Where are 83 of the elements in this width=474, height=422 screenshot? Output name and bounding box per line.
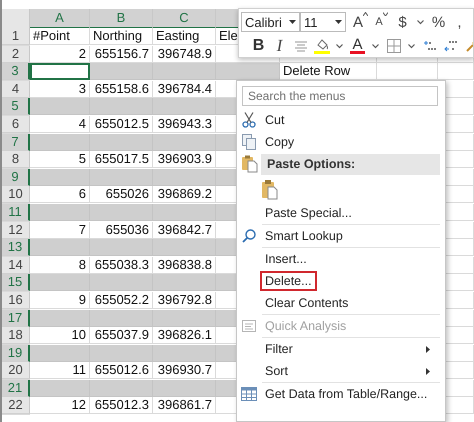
row-header[interactable]: 8	[2, 151, 30, 168]
menu-item[interactable]: Sort	[260, 361, 293, 381]
table-cell: 655052.2	[90, 292, 153, 309]
table-cell: 396930.7	[153, 362, 216, 380]
table-cell: 3	[30, 80, 90, 98]
table-cell: Delete Row	[280, 63, 377, 80]
row-header[interactable]: 15	[2, 274, 30, 292]
menu-item[interactable]: Get Data from Table/Range...	[260, 384, 432, 404]
row-header[interactable]: 22	[2, 397, 30, 414]
row-header[interactable]: 10	[2, 186, 30, 204]
table-cell: 396943.3	[153, 116, 216, 133]
table-cell: 396792.8	[153, 292, 216, 309]
table-cell: 396826.1	[153, 327, 216, 344]
table-cell: 655037.9	[90, 327, 153, 344]
table-cell: 396861.7	[153, 397, 216, 414]
row-header[interactable]: 3	[2, 63, 30, 80]
table-cell: 655012.5	[90, 116, 153, 133]
table-cell: 12	[30, 397, 90, 414]
row-header[interactable]: 14	[2, 256, 30, 274]
menu-item[interactable]: Insert...	[260, 249, 312, 269]
table-cell: 655156.7	[90, 46, 153, 63]
table-cell: Easting	[153, 28, 216, 45]
row-header[interactable]: 1	[2, 28, 30, 45]
row-header[interactable]: 18	[2, 327, 30, 344]
row-header[interactable]: 11	[2, 204, 30, 221]
column-header[interactable]: C	[153, 9, 216, 29]
menu-item[interactable]: Copy	[260, 132, 300, 152]
table-cell: 655158.6	[90, 80, 153, 98]
table-cell: 6	[30, 186, 90, 204]
column-header[interactable]: B	[90, 9, 153, 29]
menu-item[interactable]: Smart Lookup	[260, 226, 348, 246]
table-cell: 396748.9	[153, 46, 216, 63]
table-cell: 10	[30, 327, 90, 344]
menu-item[interactable]: Paste Special...	[260, 203, 357, 223]
table-cell: 396838.8	[153, 256, 216, 274]
row-header[interactable]: 6	[2, 116, 30, 133]
row-header[interactable]: 9	[2, 168, 30, 186]
row-header[interactable]: 7	[2, 134, 30, 151]
row-header[interactable]: 13	[2, 239, 30, 256]
menu-item[interactable]: Clear Contents	[260, 293, 354, 313]
table-cell: 396869.2	[153, 186, 216, 204]
table-cell: 655038.3	[90, 256, 153, 274]
format-button[interactable]: $	[393, 12, 412, 32]
column-header[interactable]: A	[30, 9, 90, 29]
menu-item: Quick Analysis	[264, 318, 348, 335]
search-field[interactable]: Search the menus	[242, 86, 438, 106]
menu-item[interactable]: Filter	[260, 339, 298, 359]
table-cell: 655026	[90, 186, 153, 204]
font-name-dropdown[interactable]: Calibri	[241, 12, 300, 32]
row-header[interactable]: 21	[2, 380, 30, 397]
table-cell: 5	[30, 151, 90, 168]
row-header[interactable]: 2	[2, 46, 30, 63]
menu-item[interactable]: Delete...	[260, 271, 317, 291]
table-cell: 11	[30, 362, 90, 380]
row-header[interactable]: 19	[2, 344, 30, 362]
row-header[interactable]: 12	[2, 222, 30, 239]
row-header[interactable]: 5	[2, 98, 30, 116]
table-cell: 396784.4	[153, 80, 216, 98]
table-cell: 655012.6	[90, 362, 153, 380]
table-cell: 655017.5	[90, 151, 153, 168]
table-cell: 7	[30, 222, 90, 239]
font-color-button[interactable]: A	[348, 36, 367, 56]
font-size-dropdown[interactable]: 11	[300, 12, 346, 32]
increase-font-button[interactable]: A	[351, 12, 370, 32]
table-cell: 655012.3	[90, 397, 153, 414]
decrease-font-button[interactable]: A	[372, 12, 391, 32]
format-button[interactable]: %	[429, 12, 448, 32]
table-cell: 396903.9	[153, 151, 216, 168]
table-cell: 2	[30, 46, 90, 63]
menu-heading: Paste Options:	[261, 154, 440, 174]
row-header[interactable]: 20	[2, 362, 30, 380]
table-cell: 8	[30, 256, 90, 274]
menu-item[interactable]: Cut	[260, 110, 290, 130]
table-cell: 655036	[90, 222, 153, 239]
table-cell: 9	[30, 292, 90, 309]
format-button[interactable]: ,	[450, 12, 469, 32]
row-header[interactable]: 4	[2, 80, 30, 98]
table-cell: Northing	[90, 28, 153, 45]
row-header[interactable]: 17	[2, 310, 30, 326]
table-cell: 396842.7	[153, 222, 216, 239]
table-cell: #Point	[30, 28, 90, 45]
table-cell: 4	[30, 116, 90, 133]
row-header[interactable]: 16	[2, 292, 30, 309]
